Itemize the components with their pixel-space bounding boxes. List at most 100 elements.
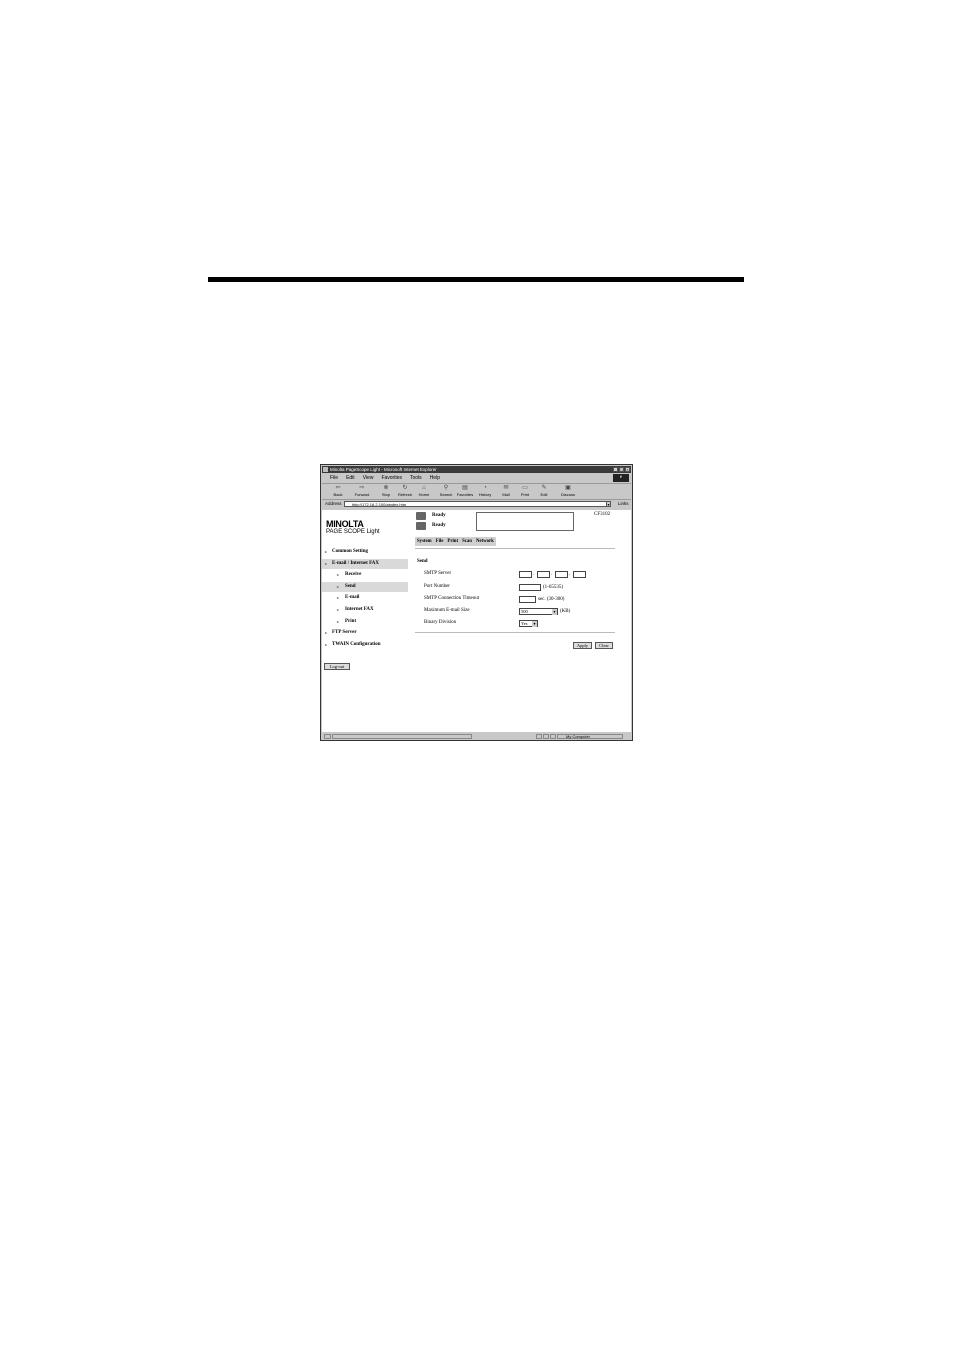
menu-bar: File Edit View Favorites Tools Help <box>322 474 631 482</box>
sidebar-item-label: Receive <box>345 572 362 578</box>
links-button[interactable]: Links <box>618 500 629 508</box>
max-size-label: Maximum E-mail Size <box>424 608 470 613</box>
section-title: Send <box>417 559 428 564</box>
history-button[interactable]: ◔ History <box>475 485 495 498</box>
smtp-ip-octet-1[interactable] <box>519 571 532 578</box>
bullet-icon: ▹ <box>337 595 340 601</box>
ip-dot: . <box>533 572 535 577</box>
minimize-icon[interactable]: _ <box>613 467 618 472</box>
sidebar-item-label: TWAIN Configuration <box>332 641 381 647</box>
ip-dot: . <box>569 572 571 577</box>
stop-button[interactable]: ⊗ Stop <box>376 485 396 498</box>
tab-network[interactable]: Network <box>474 537 496 546</box>
page-content: MINOLTA PAGE SCOPE Light ▹ Common Setting… <box>322 510 631 732</box>
port-label: Port Number <box>424 584 450 589</box>
refresh-button[interactable]: ↻ Refresh <box>395 485 415 498</box>
bullet-icon: ▹ <box>337 618 340 624</box>
tab-scan[interactable]: Scan <box>460 537 474 546</box>
forward-button[interactable]: ⇨ Forward <box>352 485 372 498</box>
status-segment <box>536 734 542 739</box>
window-controls: _ □ × <box>613 467 630 472</box>
sidebar-item-send[interactable]: ▹ Send <box>322 581 408 592</box>
menu-view[interactable]: View <box>363 475 374 481</box>
ip-dot: . <box>551 572 553 577</box>
mail-icon: ✉ <box>503 485 509 491</box>
menu-favorites[interactable]: Favorites <box>381 475 402 481</box>
address-label: Address <box>325 501 342 506</box>
browser-toolbar: ⇦ Back ⇨ Forward ⊗ Stop ↻ Refresh ⌂ Home ⚲ Sea… <box>322 483 631 500</box>
apply-button[interactable]: Apply <box>573 642 592 649</box>
smtp-ip-octet-4[interactable] <box>573 571 586 578</box>
port-hint: (1-65535) <box>543 585 563 590</box>
clear-button[interactable]: Clear <box>595 642 613 649</box>
edit-button[interactable]: ✎ Edit <box>534 485 554 498</box>
sidebar-item-label: E-mail <box>345 595 360 601</box>
bullet-icon: ▹ <box>325 630 328 636</box>
binary-division-label: Binary Division <box>424 620 457 625</box>
max-size-select[interactable]: 500 ▾ <box>519 608 558 615</box>
browser-window: Minolta PageScope Light - Microsoft Inte… <box>320 464 633 741</box>
menu-file[interactable]: File <box>330 475 338 481</box>
main-panel: Ready Ready CF3102 System File Print Sca… <box>412 510 631 732</box>
scanner-icon <box>416 522 426 530</box>
title-bar: Minolta PageScope Light - Microsoft Inte… <box>322 466 631 473</box>
back-button[interactable]: ⇦ Back <box>328 485 348 498</box>
tab-file[interactable]: File <box>434 537 446 546</box>
window-title: Minolta PageScope Light - Microsoft Inte… <box>330 467 437 472</box>
search-button[interactable]: ⚲ Search <box>436 485 456 498</box>
bullet-icon: ▹ <box>325 549 328 554</box>
close-icon[interactable]: × <box>625 467 630 472</box>
port-input[interactable] <box>519 584 541 591</box>
sidebar-item-internet-fax[interactable]: ▹ Internet FAX <box>322 605 408 615</box>
smtp-server-label: SMTP Server <box>424 571 452 576</box>
sidebar-item-label: Internet FAX <box>345 607 374 612</box>
timeout-hint: sec. (30-300) <box>538 597 565 602</box>
zone-indicator: My Computer <box>557 734 623 739</box>
timeout-input[interactable] <box>519 596 536 603</box>
maximize-icon[interactable]: □ <box>619 467 624 472</box>
bullet-icon: ▹ <box>337 607 340 612</box>
stop-icon: ⊗ <box>383 485 389 491</box>
favorites-button[interactable]: ▤ Favorites <box>455 485 475 498</box>
menu-help[interactable]: Help <box>430 475 440 481</box>
favorites-icon: ▤ <box>462 485 468 491</box>
chevron-down-icon: ▾ <box>552 609 557 615</box>
bullet-icon: ▹ <box>337 583 340 589</box>
status-segment <box>543 734 549 739</box>
smtp-ip-octet-3[interactable] <box>555 571 568 578</box>
print-button[interactable]: ▭ Print <box>515 485 535 498</box>
ie-throbber-icon: e <box>613 474 629 482</box>
sidebar-item-label: Print <box>345 618 357 624</box>
status-message-panel <box>476 512 574 531</box>
sidebar-item-e-mail[interactable]: ▹ E-mail <box>322 593 408 603</box>
discuss-button[interactable]: ▣ Discuss <box>558 485 578 498</box>
sidebar-item-e-mail-internet-fax[interactable]: ▹ E-mail / Internet FAX <box>322 558 408 569</box>
sidebar-item-receive[interactable]: ▹ Receive <box>322 570 408 580</box>
tab-system[interactable]: System <box>415 537 434 546</box>
scanner-status: Ready <box>416 521 476 531</box>
refresh-icon: ↻ <box>402 485 408 491</box>
home-button[interactable]: ⌂ Home <box>414 485 434 498</box>
page-icon <box>324 734 331 739</box>
mail-button[interactable]: ✉ Mail <box>496 485 516 498</box>
sidebar-item-common-setting[interactable]: ▹ Common Setting <box>322 547 408 557</box>
print-icon: ▭ <box>522 485 528 491</box>
sidebar: MINOLTA PAGE SCOPE Light ▹ Common Setting… <box>322 510 410 732</box>
page-header-rule <box>208 277 744 282</box>
chevron-down-icon[interactable]: ▾ <box>606 501 611 507</box>
sidebar-item-label: Send <box>345 583 356 589</box>
tab-print[interactable]: Print <box>445 537 460 546</box>
binary-division-select[interactable]: Yes ▾ <box>519 620 538 627</box>
sidebar-item-ftp-server[interactable]: ▹ FTP Server <box>322 628 408 638</box>
sidebar-item-twain-configuration[interactable]: ▹ TWAIN Configuration <box>322 640 408 650</box>
menu-edit[interactable]: Edit <box>346 475 355 481</box>
menu-tools[interactable]: Tools <box>410 475 422 481</box>
smtp-ip-octet-2[interactable] <box>537 571 550 578</box>
edit-icon: ✎ <box>541 485 547 491</box>
sidebar-item-print[interactable]: ▹ Print <box>322 617 408 627</box>
logout-button[interactable]: Log-out <box>324 663 350 670</box>
timeout-label: SMTP Connection Timeout <box>424 596 480 601</box>
tab-divider <box>415 548 615 549</box>
bullet-icon: ▹ <box>325 641 328 647</box>
address-input[interactable]: http://172.16.2.100/aindex.htm <box>344 501 611 507</box>
